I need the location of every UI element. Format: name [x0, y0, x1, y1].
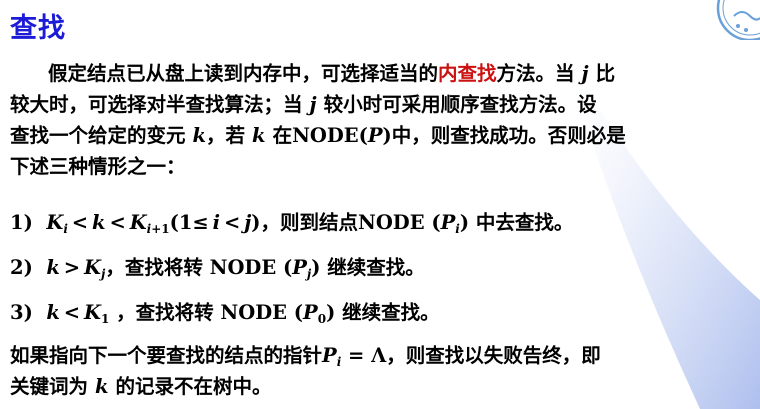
case-3-text-b: ) 继续查找。	[326, 301, 440, 324]
intro-line4: 下述三种情形之一：	[10, 155, 186, 178]
outro-line1-a: 如果指向下一个要查找的结点的指针	[10, 344, 323, 367]
var-P: P	[367, 124, 383, 147]
intro-line3-c: 在NODE(	[272, 124, 368, 147]
case-3-condition: k < K1	[46, 301, 110, 326]
case-2-number: 2)	[10, 256, 33, 279]
case-2-condition: k > Kj	[46, 256, 106, 281]
case-2-text-b: ) 继续查找。	[311, 256, 425, 279]
intro-line3-d: )中，则查找成功。否则必是	[382, 124, 626, 147]
var-k-2: k	[252, 124, 266, 147]
var-j: j	[581, 62, 589, 85]
outro-line2-b: 的记录不在树中。	[115, 375, 272, 398]
case-1: 1) Ki < k < Ki+1(1≤ i < j)，则到结点NODE (Pi)…	[10, 211, 574, 236]
intro-line1-c: 比	[595, 62, 616, 85]
outro-pointer-expr: Pi = Λ	[322, 344, 387, 369]
outro-line2-a: 关键词为	[10, 375, 89, 398]
case-1-text-b: ) 中去查找。	[459, 211, 574, 234]
intro-line3-a: 查找一个给定的变元	[10, 124, 186, 147]
outro-paragraph: 如果指向下一个要查找的结点的指针Pi = Λ，则查找以失败告终，即关键词为 k 的记…	[10, 340, 601, 402]
outro-line1-b: ，则查找以失败告终，即	[386, 344, 601, 367]
case-1-number: 1)	[10, 211, 33, 234]
intro-line2-b: 较小时可采用顺序查找方法。设	[323, 93, 597, 116]
intro-line2-a: 较大时，可选择对半查找算法；当	[10, 93, 303, 116]
intro-line1-a: 假定结点已从盘上读到内存中，可选择适当的	[48, 62, 439, 85]
case-3: 3) k < K1 ，查找将转 NODE (P0) 继续查找。	[10, 301, 440, 326]
case-2: 2) k > Kj，查找将转 NODE (Pj) 继续查找。	[10, 256, 425, 281]
case-3-number: 3)	[10, 301, 33, 324]
var-j-2: j	[309, 93, 317, 116]
university-seal-logo	[716, 0, 760, 40]
highlight-internal-search: 内查找	[438, 62, 497, 85]
intro-line1-b: 方法。当	[496, 62, 575, 85]
intro-paragraph: 假定结点已从盘上读到内存中，可选择适当的内查找方法。当 j 比较大时，可选择对半查找…	[10, 58, 626, 182]
intro-line3-b: ，若	[206, 124, 246, 147]
case-3-text-a: ，查找将转 NODE (	[116, 301, 304, 324]
slide-title: 查找	[10, 13, 66, 44]
case-1-condition: Ki < k < Ki+1(1≤ i < j)，	[46, 211, 280, 236]
case-2-text-a: ，查找将转 NODE (	[105, 256, 293, 279]
var-k-3: k	[95, 375, 109, 398]
var-k: k	[192, 124, 207, 147]
case-1-text-a: 则到结点NODE (	[280, 211, 441, 234]
